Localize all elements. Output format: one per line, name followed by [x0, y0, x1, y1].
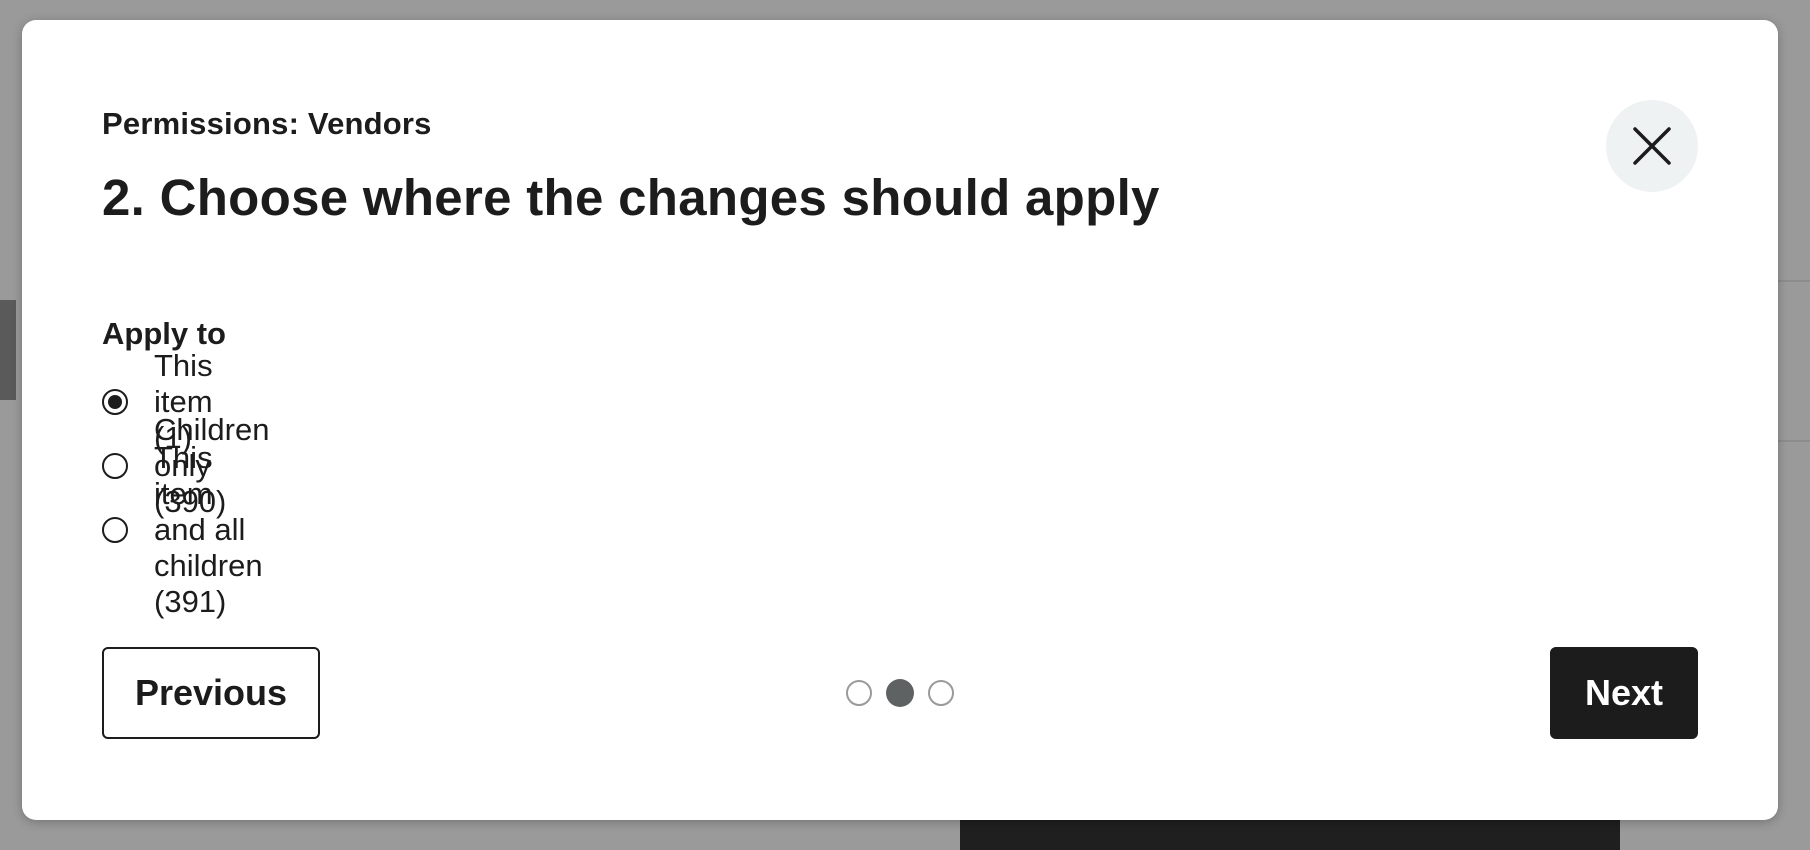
step-dot [928, 680, 954, 706]
background-button [960, 815, 1620, 850]
radio-option-item-and-children[interactable]: This item and all children (391) [102, 440, 263, 619]
close-button[interactable] [1606, 100, 1698, 192]
step-indicator [846, 679, 968, 707]
radio-button[interactable] [102, 453, 128, 479]
previous-button[interactable]: Previous [102, 647, 320, 739]
dialog-subtitle: Permissions: Vendors [102, 106, 432, 141]
next-button[interactable]: Next [1550, 647, 1698, 739]
close-icon [1633, 127, 1671, 165]
apply-to-label: Apply to [102, 316, 226, 351]
step-dot [846, 680, 872, 706]
radio-button[interactable] [102, 517, 128, 543]
background-element [0, 300, 16, 400]
radio-label: This item and all children (391) [154, 440, 263, 619]
permissions-dialog: Permissions: Vendors 2. Choose where the… [22, 20, 1778, 820]
radio-button-checked[interactable] [102, 389, 128, 415]
step-dot-active [886, 679, 914, 707]
dialog-title: 2. Choose where the changes should apply [102, 169, 1160, 226]
